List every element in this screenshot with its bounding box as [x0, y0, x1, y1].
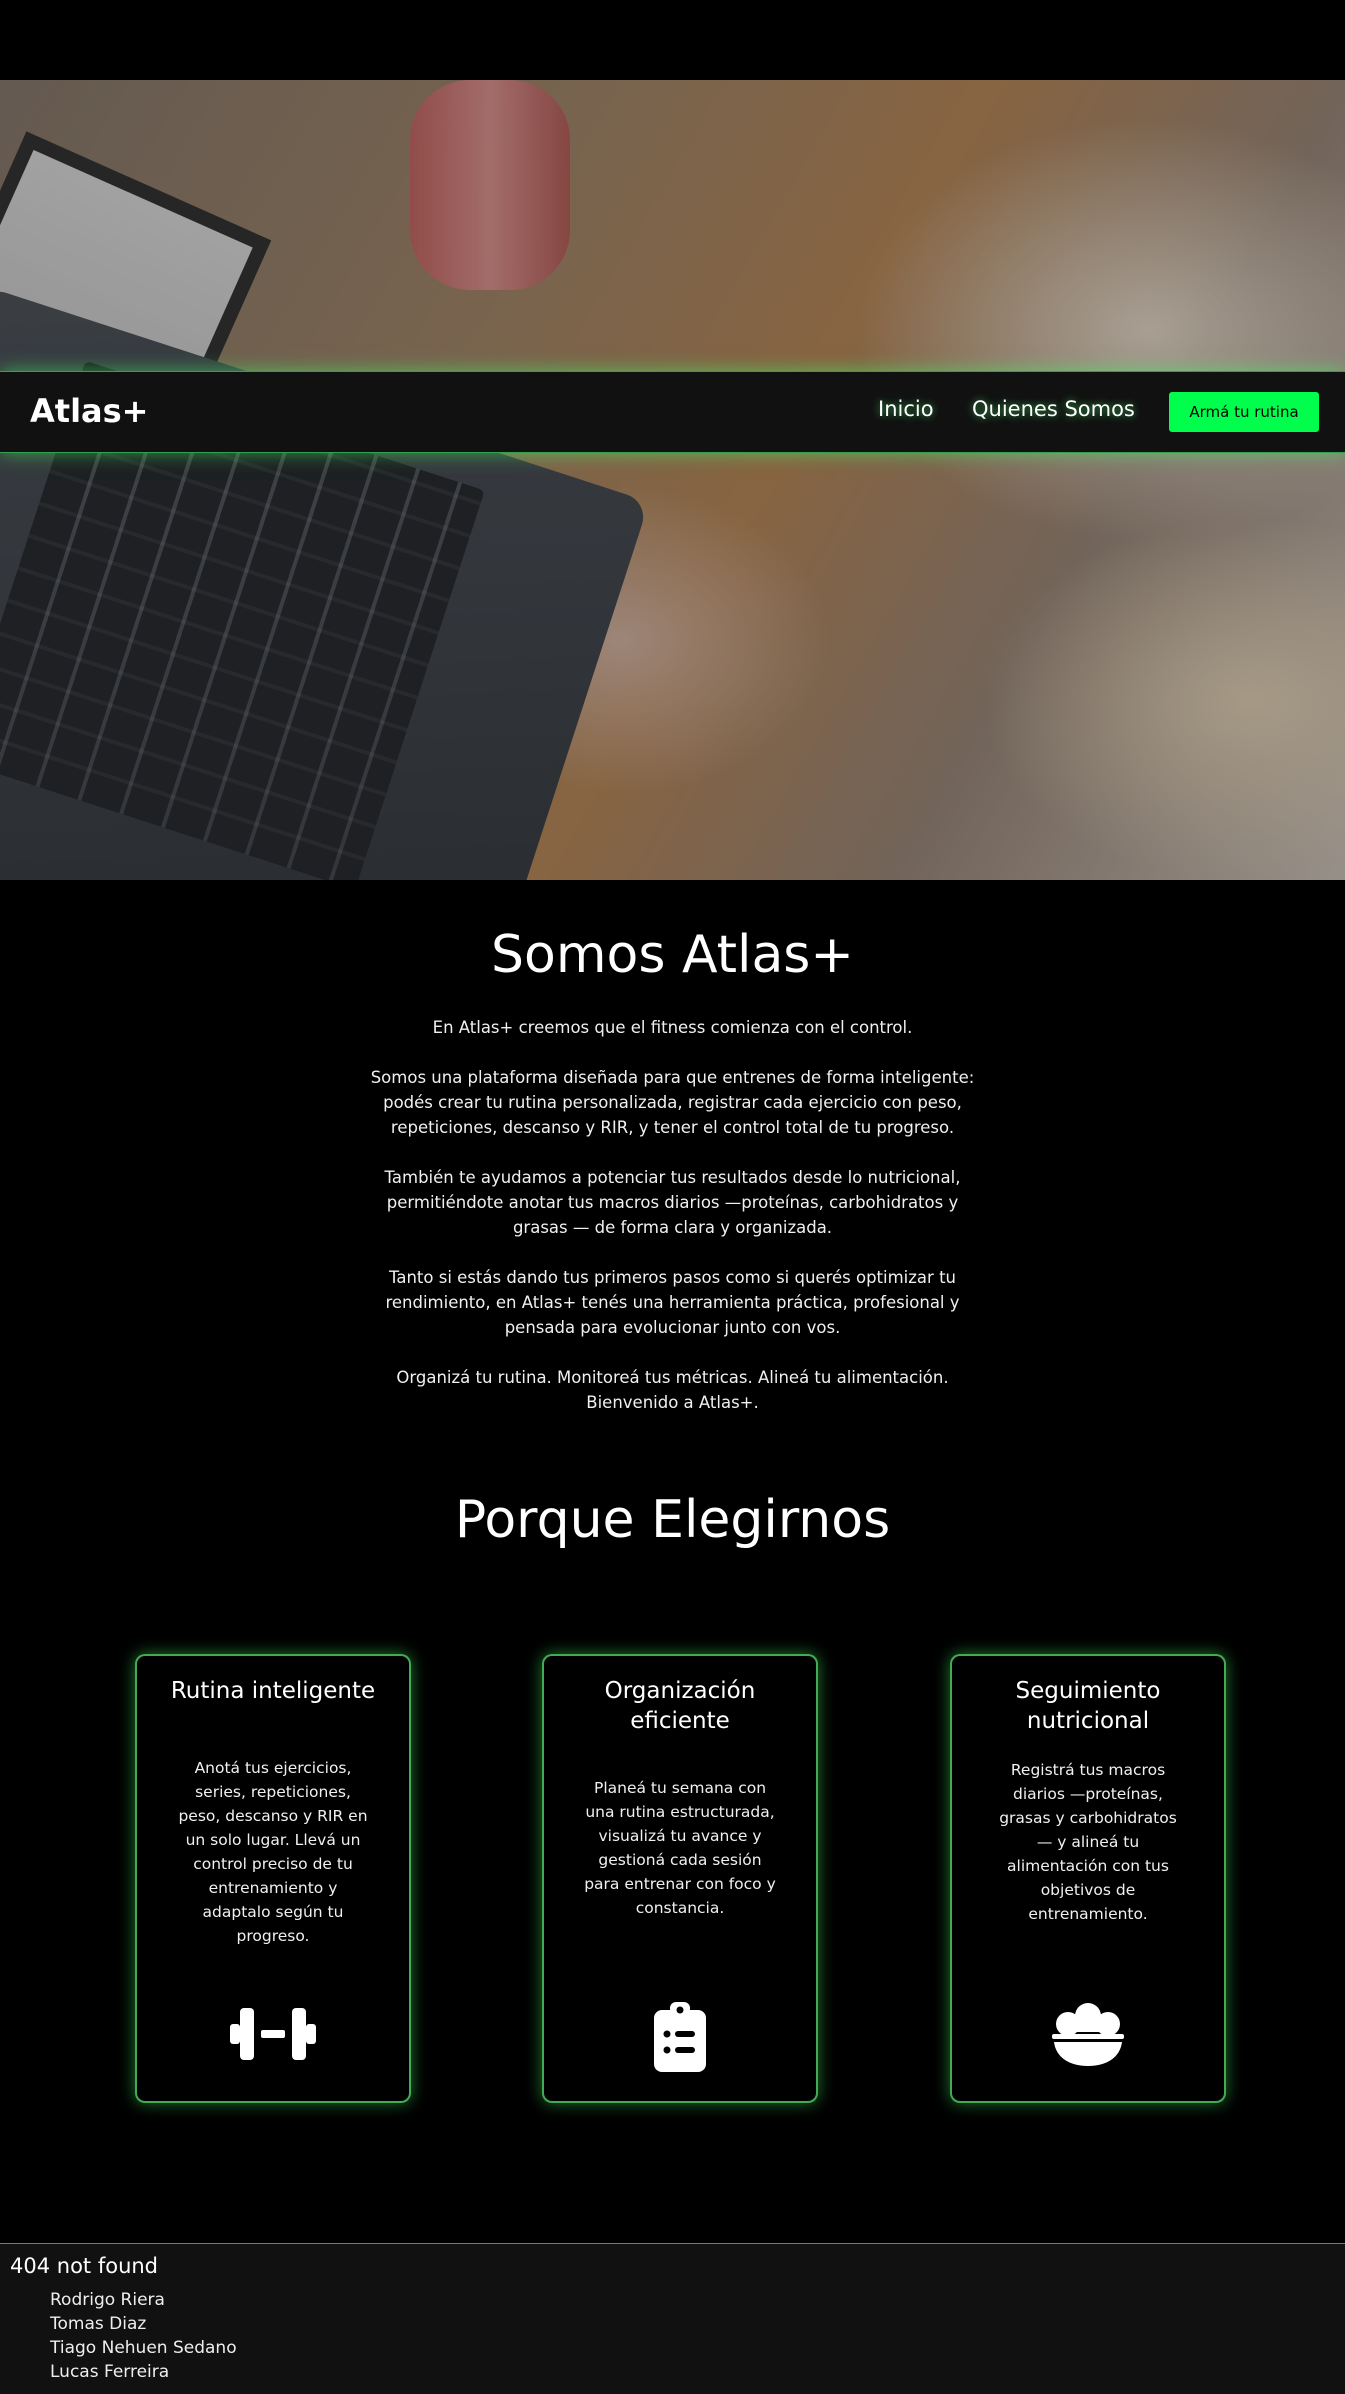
nav-link-quienes-somos[interactable]: Quienes Somos	[972, 397, 1135, 421]
card-title: Seguimiento nutricional	[1015, 1678, 1161, 1734]
team-list: Rodrigo Riera Tomas Diaz Tiago Nehuen Se…	[50, 2288, 237, 2384]
feature-card-organizacion: Organización eficiente Planeá tu semana …	[542, 1654, 818, 2103]
footer-title: 404 not found	[10, 2254, 159, 2278]
hero-overlay	[0, 80, 1345, 880]
feature-card-rutina: Rutina inteligente Anotá tus ejercicios,…	[135, 1654, 411, 2103]
about-paragraph: Somos una plataforma diseñada para que e…	[370, 1068, 975, 1137]
top-band	[0, 0, 1345, 80]
about-paragraph: Tanto si estás dando tus primeros pasos …	[385, 1268, 960, 1337]
card-title: Organización eficiente	[604, 1678, 756, 1734]
card-text: Anotá tus ejercicios, series, repeticion…	[178, 1759, 368, 1945]
about-paragraph: También te ayudamos a potenciar tus resu…	[384, 1168, 961, 1237]
about-paragraph: En Atlas+ creemos que el fitness comienz…	[432, 1018, 913, 1037]
brand-logo[interactable]: Atlas+	[30, 392, 148, 430]
why-title: Porque Elegirnos	[454, 1490, 891, 1550]
food-bowl-icon	[952, 2002, 1224, 2070]
feature-card-seguimiento: Seguimiento nutricional Registrá tus mac…	[950, 1654, 1226, 2103]
about-title: Somos Atlas+	[491, 925, 854, 985]
team-member: Lucas Ferreira	[50, 2362, 170, 2382]
nav-link-inicio[interactable]: Inicio	[878, 397, 934, 421]
footer: 404 not found Rodrigo Riera Tomas Diaz T…	[0, 2243, 1345, 2394]
card-text: Registrá tus macros diarios —proteínas, …	[999, 1761, 1177, 1923]
arma-tu-rutina-button[interactable]: Armá tu rutina	[1169, 392, 1319, 432]
card-title: Rutina inteligente	[170, 1678, 376, 1704]
team-member: Tomas Diaz	[50, 2314, 147, 2334]
hero-image	[0, 80, 1345, 880]
about-paragraph: Organizá tu rutina. Monitoreá tus métric…	[396, 1368, 949, 1412]
about-text: En Atlas+ creemos que el fitness comienz…	[365, 1015, 980, 1440]
clipboard-list-icon	[544, 2002, 816, 2078]
team-member: Rodrigo Riera	[50, 2290, 165, 2310]
dumbbell-icon	[137, 2002, 409, 2070]
team-member: Tiago Nehuen Sedano	[50, 2338, 237, 2358]
navbar: Atlas+ Inicio Quienes Somos Armá tu ruti…	[0, 371, 1345, 453]
card-text: Planeá tu semana con una rutina estructu…	[584, 1779, 776, 1917]
